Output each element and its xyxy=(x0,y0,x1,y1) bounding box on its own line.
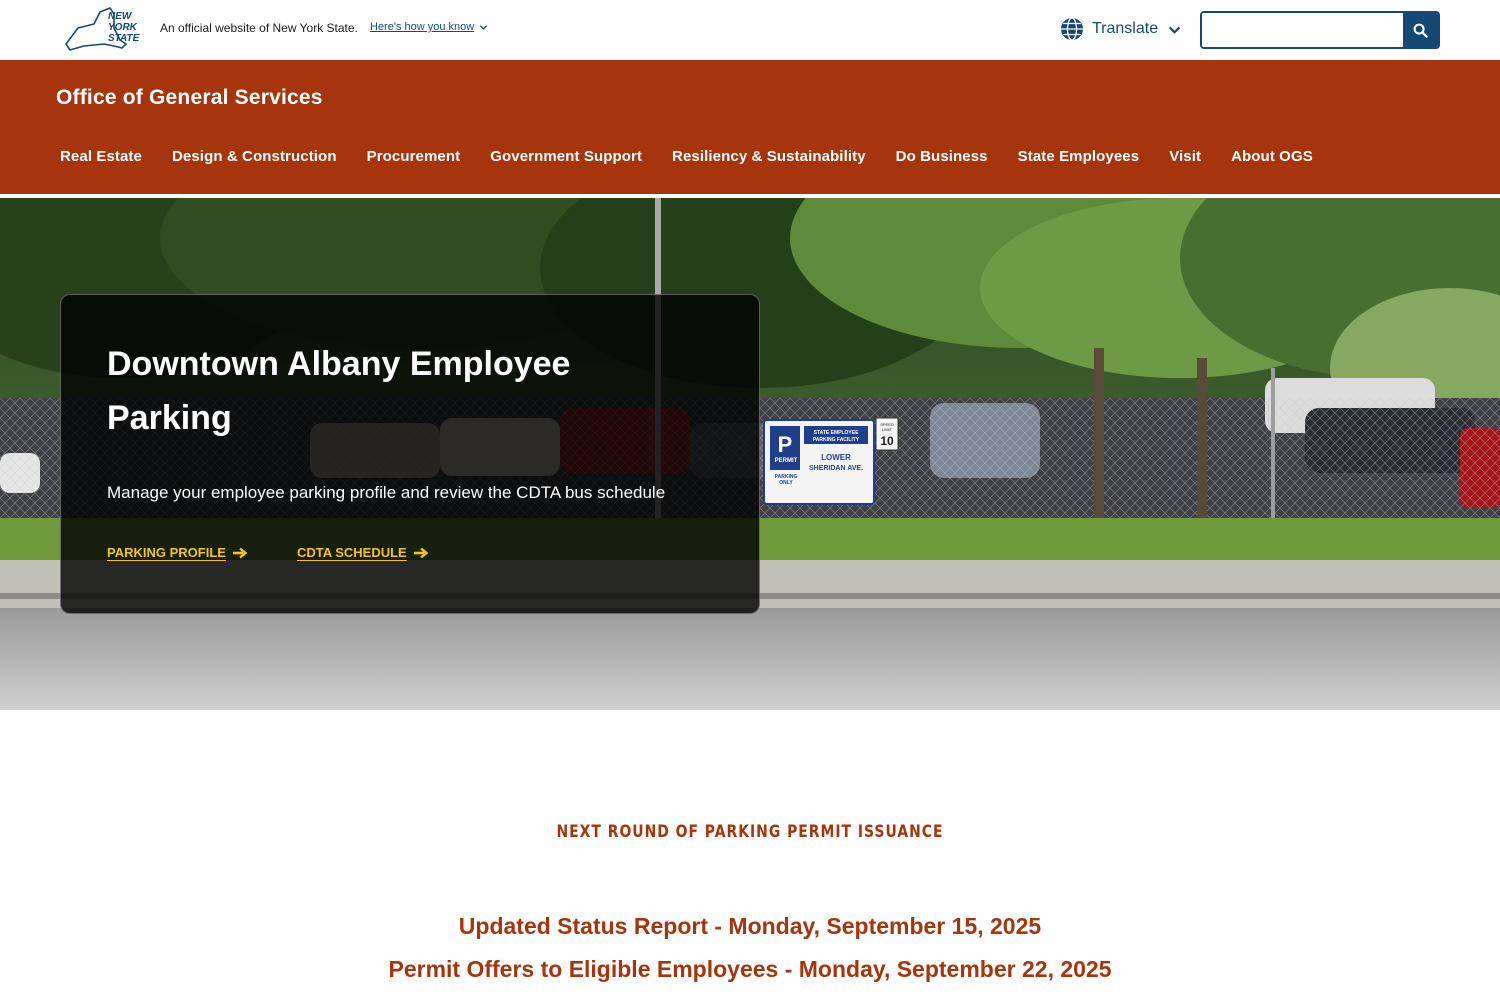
hero-banner: P PERMIT PARKING ONLY STATE EMPLOYEE PAR… xyxy=(0,198,1500,710)
how-you-know-link[interactable]: Here's how you know xyxy=(370,21,488,33)
search-icon xyxy=(1413,23,1428,38)
sign-sheridan: SHERIDAN AVE. xyxy=(809,465,863,472)
speed-sign-limit: LIMIT xyxy=(882,427,893,432)
nav-state-employees[interactable]: State Employees xyxy=(1018,148,1140,165)
chevron-down-icon xyxy=(1168,26,1181,34)
logo-line-1: NEW xyxy=(108,11,133,22)
cdta-schedule-label: CDTA SCHEDULE xyxy=(296,545,407,560)
nys-logo-icon[interactable]: NEW YORK STATE xyxy=(64,6,144,54)
sign-permit: PERMIT xyxy=(775,458,798,464)
nav-do-business[interactable]: Do Business xyxy=(896,148,988,165)
sign-only: ONLY xyxy=(779,480,793,486)
hero-title: Downtown Albany Employee Parking xyxy=(107,345,571,437)
logo-line-3: STATE xyxy=(108,33,140,44)
hero-subtitle: Manage your employee parking profile and… xyxy=(107,483,666,502)
hero-card: Downtown Albany Employee Parking Manage … xyxy=(60,294,760,614)
nav-real-estate[interactable]: Real Estate xyxy=(60,148,142,165)
main-nav: Real Estate Design & Construction Procur… xyxy=(60,148,1313,165)
nav-design-construction[interactable]: Design & Construction xyxy=(172,148,337,165)
sign-lower: LOWER xyxy=(821,453,851,462)
how-you-know-label: Here's how you know xyxy=(370,21,475,33)
search-input[interactable] xyxy=(1202,13,1403,47)
parking-profile-link[interactable]: PARKING PROFILE xyxy=(107,545,247,560)
search-box xyxy=(1200,11,1440,49)
hero-links: PARKING PROFILE CDTA SCHEDULE xyxy=(107,545,428,560)
arrow-right-icon xyxy=(232,547,247,558)
arrow-right-icon xyxy=(413,547,428,558)
logo-line-2: YORK xyxy=(108,22,138,33)
chevron-down-icon xyxy=(480,24,488,30)
nav-procurement[interactable]: Procurement xyxy=(367,148,461,165)
parking-profile-label: PARKING PROFILE xyxy=(107,545,226,560)
sign-parking-facility: PARKING FACILITY xyxy=(813,437,860,443)
nav-resiliency-sustainability[interactable]: Resiliency & Sustainability xyxy=(672,148,866,165)
translate-label: Translate xyxy=(1092,20,1159,37)
cdta-schedule-link[interactable]: CDTA SCHEDULE xyxy=(297,545,428,560)
sign-p: P xyxy=(778,432,793,457)
universal-header: NEW YORK STATE An official website of Ne… xyxy=(0,0,1500,60)
search-button[interactable] xyxy=(1403,13,1438,47)
agency-header: Office of General Services Real Estate D… xyxy=(0,60,1500,196)
speed-sign-value: 10 xyxy=(880,434,894,448)
agency-name[interactable]: Office of General Services xyxy=(56,86,323,110)
nav-government-support[interactable]: Government Support xyxy=(490,148,642,165)
globe-icon xyxy=(1061,17,1083,41)
nav-visit[interactable]: Visit xyxy=(1169,148,1201,165)
announcement-permit-offers: Permit Offers to Eligible Employees - Mo… xyxy=(388,956,1112,982)
announcement-status-report: Updated Status Report - Monday, Septembe… xyxy=(458,913,1042,939)
sign-state-employee: STATE EMPLOYEE xyxy=(814,430,859,436)
nav-about-ogs[interactable]: About OGS xyxy=(1231,148,1313,165)
translate-button[interactable]: Translate xyxy=(1060,17,1181,41)
official-site-text: An official website of New York State. xyxy=(160,21,358,35)
announcement-eyebrow: NEXT ROUND OF PARKING PERMIT ISSUANCE xyxy=(556,822,944,842)
